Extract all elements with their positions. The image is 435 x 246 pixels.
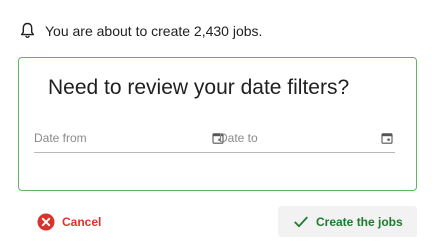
checkmark-icon (294, 216, 308, 227)
date-to-field[interactable]: Date to (219, 131, 395, 153)
close-circle-icon (37, 213, 55, 231)
cancel-button[interactable]: Cancel (37, 212, 101, 232)
calendar-icon[interactable] (381, 132, 393, 144)
card-title: Need to review your date filters? (48, 76, 350, 99)
date-from-placeholder: Date from (34, 131, 87, 145)
bell-icon (20, 22, 35, 38)
date-from-field[interactable]: Date from (34, 131, 226, 153)
notice-text: You are about to create 2,430 jobs. (45, 23, 263, 39)
create-jobs-button[interactable]: Create the jobs (278, 206, 417, 237)
date-to-placeholder: Date to (219, 131, 258, 145)
jobs-notice: You are about to create 2,430 jobs. (20, 20, 262, 42)
date-filter-card: Need to review your date filters? Date f… (18, 57, 417, 191)
cancel-label: Cancel (62, 215, 102, 229)
create-jobs-label: Create the jobs (316, 214, 403, 229)
